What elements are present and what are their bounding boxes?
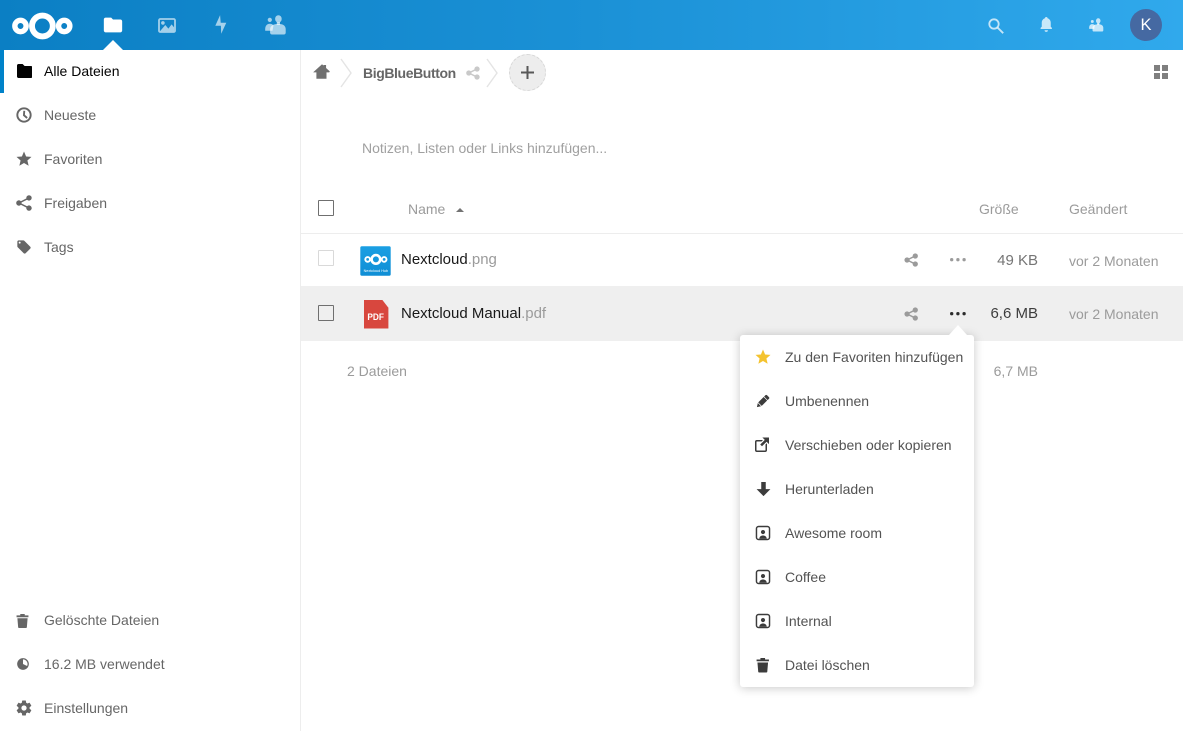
svg-text:Nextcloud Hub: Nextcloud Hub [364, 269, 389, 273]
svg-text:PDF: PDF [367, 312, 384, 322]
